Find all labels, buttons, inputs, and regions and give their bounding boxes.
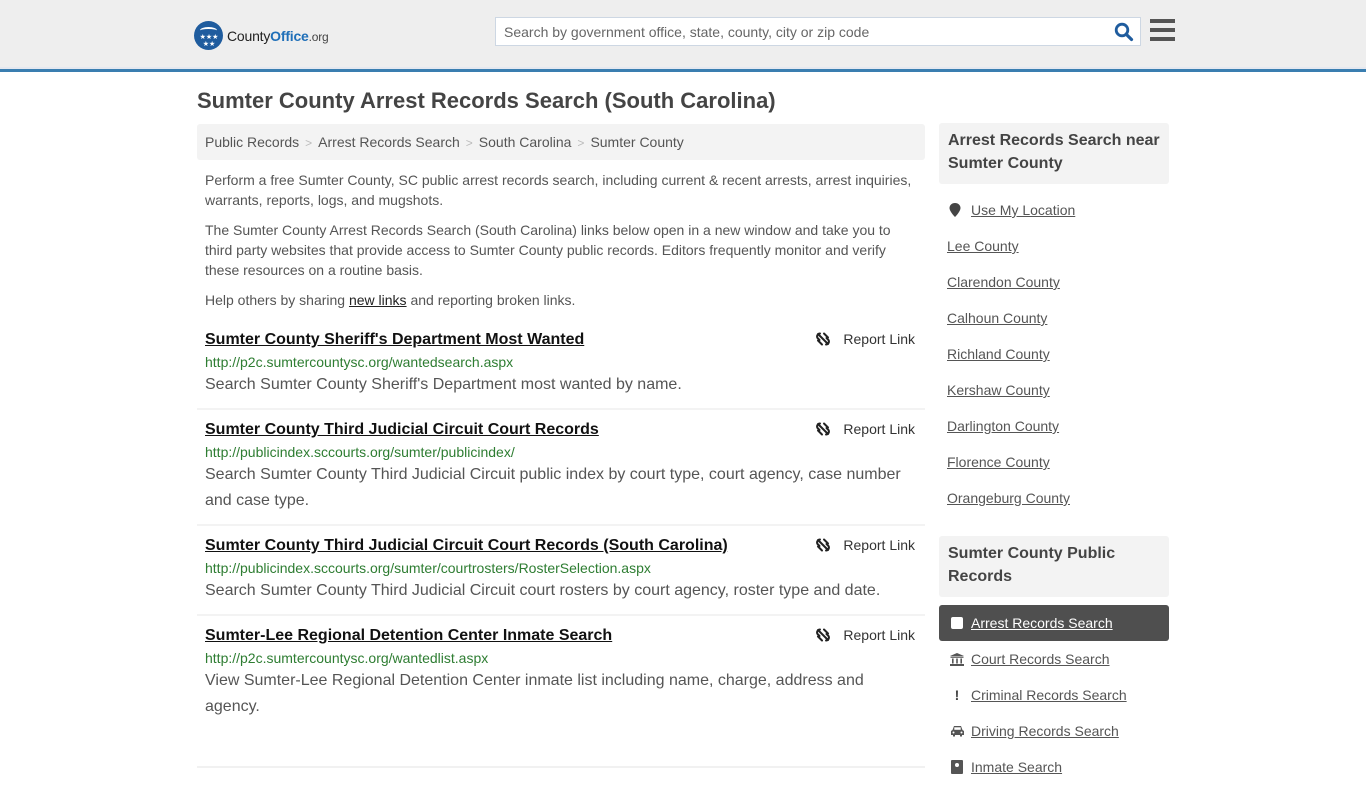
report-link-label: Report Link [843, 331, 915, 347]
nearby-item: Darlington County [947, 408, 1169, 444]
result-item: Sumter County Third Judicial Circuit Cou… [197, 410, 925, 526]
nearby-item: Lee County [947, 228, 1169, 264]
public-record-link[interactable]: Driving Records Search [971, 723, 1119, 739]
nearby-item: Florence County [947, 444, 1169, 480]
report-link-label: Report Link [843, 421, 915, 437]
map-marker-icon [947, 203, 963, 217]
public-record-link[interactable]: Court Records Search [971, 651, 1110, 667]
disclaimer-paragraph: The Sumter County Arrest Records Search … [205, 222, 891, 278]
nearby-link-darlington[interactable]: Darlington County [947, 418, 1059, 434]
result-title-link[interactable]: Sumter County Sheriff's Department Most … [205, 329, 584, 351]
hamburger-icon [1150, 19, 1175, 23]
result-description: Search Sumter County Sheriff's Departmen… [205, 376, 682, 393]
exclamation-icon: ! [954, 687, 960, 703]
menu-button[interactable] [1150, 19, 1175, 41]
breadcrumb-public-records[interactable]: Public Records [205, 134, 299, 150]
search-button[interactable] [1114, 22, 1134, 42]
result-description: Search Sumter County Third Judicial Circ… [205, 466, 901, 509]
broken-link-icon [816, 332, 831, 346]
breadcrumb-south-carolina[interactable]: South Carolina [479, 134, 572, 150]
result-item: Sumter-Lee Regional Detention Center Inm… [197, 616, 925, 730]
breadcrumb-separator: > [577, 136, 585, 150]
courthouse-icon [949, 652, 965, 666]
nearby-link-calhoun[interactable]: Calhoun County [947, 310, 1047, 326]
use-my-location-item: Use My Location [947, 192, 1169, 228]
eagle-logo-icon: ★★★ ★★ [194, 21, 223, 50]
result-url: http://p2c.sumtercountysc.org/wantedlist… [205, 650, 489, 666]
result-item: Sumter County Sheriff's Department Most … [197, 320, 925, 410]
breadcrumb-arrest-records-search[interactable]: Arrest Records Search [318, 134, 460, 150]
report-link-button[interactable]: Report Link [815, 537, 915, 553]
site-header: ★★★ ★★ CountyOffice.org [0, 0, 1366, 72]
help-text: Help others by sharing new links and rep… [205, 292, 576, 308]
nearby-link-lee[interactable]: Lee County [947, 238, 1019, 254]
nearby-item: Orangeburg County [947, 480, 1169, 516]
public-records-list: Arrest Records Search Court Records Sear… [939, 605, 1169, 785]
nearby-heading: Arrest Records Search near Sumter County [939, 123, 1169, 184]
nearby-link-orangeburg[interactable]: Orangeburg County [947, 490, 1070, 506]
nearby-link-clarendon[interactable]: Clarendon County [947, 274, 1060, 290]
search-icon [1114, 22, 1134, 42]
result-url: http://p2c.sumtercountysc.org/wantedsear… [205, 354, 514, 370]
public-record-link[interactable]: Criminal Records Search [971, 687, 1127, 703]
results-list: Sumter County Sheriff's Department Most … [197, 320, 925, 730]
public-record-item-court[interactable]: Court Records Search [939, 641, 1169, 677]
page-title: Sumter County Arrest Records Search (Sou… [197, 88, 776, 113]
nearby-item: Richland County [947, 336, 1169, 372]
breadcrumb: Public Records > Arrest Records Search > Sou… [197, 124, 925, 160]
report-link-button[interactable]: Report Link [815, 421, 915, 437]
broken-link-icon [816, 422, 831, 436]
nearby-item: Calhoun County [947, 300, 1169, 336]
use-my-location-link[interactable]: Use My Location [971, 202, 1075, 218]
public-record-item-inmate[interactable]: Inmate Search [939, 749, 1169, 785]
car-icon [949, 725, 965, 737]
breadcrumb-separator: > [465, 136, 473, 150]
result-url: http://publicindex.sccourts.org/sumter/p… [205, 444, 515, 460]
nearby-link-kershaw[interactable]: Kershaw County [947, 382, 1050, 398]
public-record-item-criminal[interactable]: ! Criminal Records Search [939, 677, 1169, 713]
result-title-link[interactable]: Sumter County Third Judicial Circuit Cou… [205, 535, 728, 557]
breadcrumb-current: Sumter County [590, 134, 684, 150]
broken-link-icon [816, 628, 831, 642]
nearby-link-florence[interactable]: Florence County [947, 454, 1050, 470]
result-description: View Sumter-Lee Regional Detention Cente… [205, 672, 864, 715]
result-title-link[interactable]: Sumter-Lee Regional Detention Center Inm… [205, 625, 612, 647]
site-logo[interactable]: ★★★ ★★ CountyOffice.org [194, 21, 329, 50]
public-record-link[interactable]: Inmate Search [971, 759, 1062, 775]
logo-text: CountyOffice.org [227, 27, 329, 44]
nearby-list: Use My Location Lee County Clarendon Cou… [947, 192, 1169, 516]
new-links-link[interactable]: new links [349, 292, 407, 308]
nearby-link-richland[interactable]: Richland County [947, 346, 1050, 362]
report-link-label: Report Link [843, 537, 915, 553]
intro-paragraph: Perform a free Sumter County, SC public … [205, 172, 912, 208]
public-record-item-driving[interactable]: Driving Records Search [939, 713, 1169, 749]
breadcrumb-separator: > [305, 136, 313, 150]
result-url: http://publicindex.sccourts.org/sumter/c… [205, 560, 651, 576]
result-description: Search Sumter County Third Judicial Circ… [205, 582, 881, 599]
search-box [495, 17, 1141, 46]
search-input[interactable] [496, 18, 1096, 45]
public-records-heading: Sumter County Public Records [939, 536, 1169, 597]
broken-link-icon [816, 538, 831, 552]
nearby-item: Clarendon County [947, 264, 1169, 300]
report-link-label: Report Link [843, 627, 915, 643]
public-record-link[interactable]: Arrest Records Search [971, 615, 1113, 631]
result-title-link[interactable]: Sumter County Third Judicial Circuit Cou… [205, 419, 599, 441]
id-card-icon [949, 760, 965, 774]
result-item: Sumter County Third Judicial Circuit Cou… [197, 526, 925, 616]
report-link-button[interactable]: Report Link [815, 331, 915, 347]
square-icon [949, 617, 965, 629]
nearby-item: Kershaw County [947, 372, 1169, 408]
public-record-item-arrest[interactable]: Arrest Records Search [939, 605, 1169, 641]
report-link-button[interactable]: Report Link [815, 627, 915, 643]
